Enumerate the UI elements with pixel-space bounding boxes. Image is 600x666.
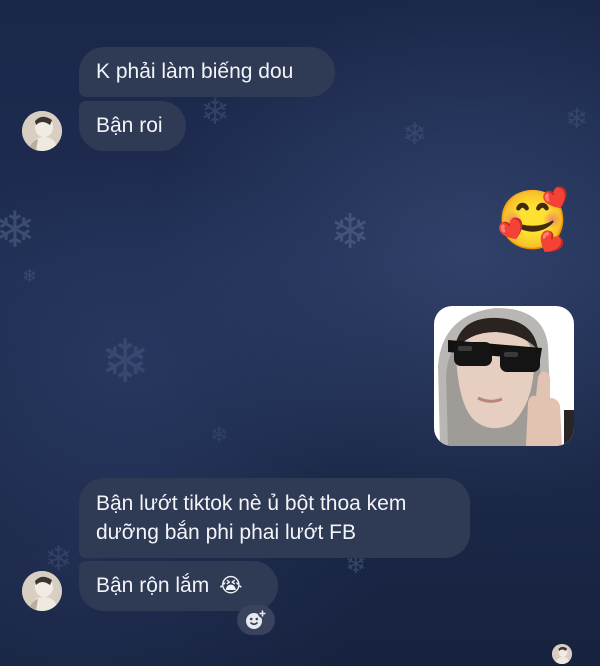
snowflake-icon: ❄ xyxy=(565,102,589,135)
loudly-crying-emoji-icon: 😭 xyxy=(219,573,243,597)
emoji-message[interactable]: 🥰 xyxy=(496,185,570,255)
snowflake-icon: ❄ xyxy=(100,327,151,397)
message-bubble[interactable]: Bận rộn lắm 😭 xyxy=(79,561,278,611)
message-bubble[interactable]: Bận roi xyxy=(79,101,186,151)
snowflake-icon: ❄ xyxy=(22,266,38,287)
message-text: Bận roi xyxy=(96,114,163,137)
read-receipt-avatar xyxy=(552,644,572,664)
snowflake-icon: ❄ xyxy=(44,539,73,579)
sender-avatar[interactable] xyxy=(22,571,62,611)
emoji-smiling-hearts-icon: 🥰 xyxy=(496,186,570,254)
message-bubble[interactable]: Bận lướt tiktok nè ủ bột thoa kem dưỡng … xyxy=(79,478,470,558)
add-reaction-icon xyxy=(246,609,267,629)
photo-message[interactable] xyxy=(434,306,574,446)
snowflake-icon: ❄ xyxy=(200,92,231,133)
snowflake-icon: ❄ xyxy=(210,423,229,448)
message-text: K phải làm biếng dou xyxy=(96,60,294,83)
sender-avatar[interactable] xyxy=(22,111,62,151)
message-text: Bận rộn lắm xyxy=(96,574,210,597)
message-bubble[interactable]: K phải làm biếng dou xyxy=(79,47,335,97)
snowflake-icon: ❄ xyxy=(0,201,36,259)
add-reaction-button[interactable] xyxy=(237,605,275,635)
message-text: Bận lướt tiktok nè ủ bột thoa kem xyxy=(96,492,407,515)
message-text: dưỡng bắn phi phai lướt FB xyxy=(96,521,356,544)
snowflake-icon: ❄ xyxy=(402,117,428,152)
snowflake-icon: ❄ xyxy=(330,204,371,260)
